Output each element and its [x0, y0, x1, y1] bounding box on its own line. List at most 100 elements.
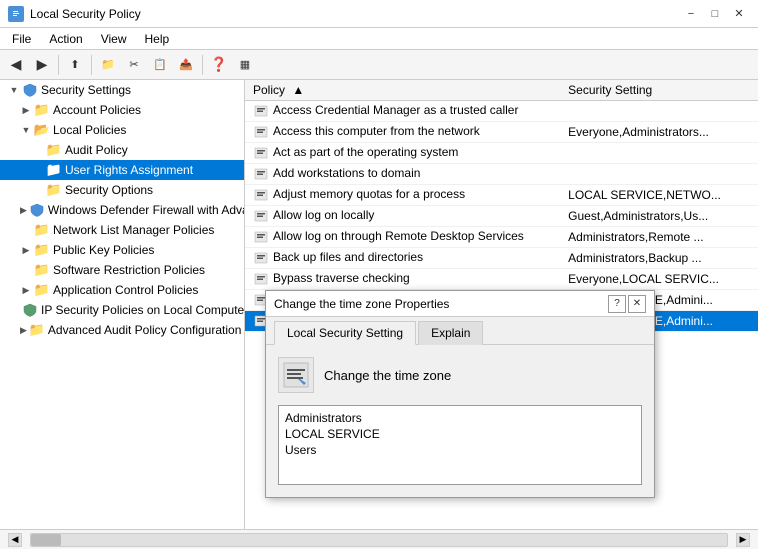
folder-open-button[interactable]: 📁 [96, 53, 120, 77]
folder-icon-advanced: 📁 [29, 322, 45, 338]
tree-item-security-settings[interactable]: ▼ Security Settings [0, 80, 244, 100]
folder-icon: 📁 [34, 102, 50, 118]
table-row[interactable]: Access this computer from the networkEve… [245, 122, 758, 143]
status-bar-scroll: ◀ ▶ [8, 533, 750, 547]
policy-row-icon [253, 187, 269, 203]
tree-item-windows-defender[interactable]: ▶ Windows Defender Firewall with Adva [0, 200, 244, 220]
tab-local-security[interactable]: Local Security Setting [274, 321, 416, 345]
policy-setting: Everyone,Administrators... [560, 122, 758, 143]
policy-setting: Administrators,Backup ... [560, 248, 758, 269]
tree-label-software-restriction: Software Restriction Policies [53, 263, 205, 277]
tree-item-account-policies[interactable]: ▶ 📁 Account Policies [0, 100, 244, 120]
table-row[interactable]: Adjust memory quotas for a process LOCAL … [245, 185, 758, 206]
folder-icon-appctrl: 📁 [34, 282, 50, 298]
tree-label-public-key: Public Key Policies [53, 243, 154, 257]
table-row[interactable]: Back up files and directories Administrat… [245, 248, 758, 269]
back-button[interactable]: ◀ [4, 53, 28, 77]
table-row[interactable]: Allow log on locally Guest,Administrators… [245, 206, 758, 227]
tree-label-windows-defender: Windows Defender Firewall with Adva [48, 203, 244, 217]
expand-app-control[interactable]: ▶ [20, 284, 32, 296]
tree-label-app-control: Application Control Policies [53, 283, 198, 297]
cut-button[interactable]: ✂ [122, 53, 146, 77]
tree-item-user-rights[interactable]: 📁 User Rights Assignment [0, 160, 244, 180]
tree-item-ip-security[interactable]: IP Security Policies on Local Compute [0, 300, 244, 320]
folder-open-icon: 📂 [34, 122, 50, 138]
dialog-list-item-local-service[interactable]: LOCAL SERVICE [283, 426, 637, 442]
table-row[interactable]: Bypass traverse checkingEveryone,LOCAL S… [245, 269, 758, 290]
col-security-setting[interactable]: Security Setting [560, 80, 758, 101]
paste-button[interactable]: 📤 [174, 53, 198, 77]
col-policy[interactable]: Policy ▲ [245, 80, 560, 101]
folder-icon-softrestr: 📁 [34, 262, 50, 278]
scrollbar-thumb[interactable] [31, 534, 61, 546]
dialog-policy-title: Change the time zone [324, 368, 451, 383]
scroll-left-button[interactable]: ◀ [8, 533, 22, 547]
policy-row-icon [253, 250, 269, 266]
maximize-button[interactable]: □ [704, 4, 726, 24]
expand-public-key[interactable]: ▶ [20, 244, 32, 256]
copy-button[interactable]: 📋 [148, 53, 172, 77]
policy-name: Access Credential Manager as a trusted c… [273, 103, 518, 117]
policy-row-icon [253, 124, 269, 140]
shield-icon-defender [29, 202, 45, 218]
forward-button[interactable]: ▶ [30, 53, 54, 77]
horizontal-scrollbar[interactable] [30, 533, 728, 547]
table-row[interactable]: Act as part of the operating system [245, 143, 758, 164]
policy-name: Adjust memory quotas for a process [273, 187, 465, 201]
policy-setting [560, 143, 758, 164]
menu-file[interactable]: File [4, 30, 39, 48]
tree-item-app-control[interactable]: ▶ 📁 Application Control Policies [0, 280, 244, 300]
policy-row-icon [253, 229, 269, 245]
expand-advanced-audit[interactable]: ▶ [20, 324, 27, 336]
menu-action[interactable]: Action [41, 30, 90, 48]
dialog-change-timezone[interactable]: Change the time zone Properties ? ✕ Loca… [265, 290, 655, 498]
tree-item-public-key[interactable]: ▶ 📁 Public Key Policies [0, 240, 244, 260]
main-container: ▼ Security Settings ▶ 📁 Account Policies… [0, 80, 758, 529]
view-button[interactable]: ▦ [233, 53, 257, 77]
shield-icon [22, 82, 38, 98]
minimize-button[interactable]: − [680, 4, 702, 24]
dialog-list-item-users[interactable]: Users [283, 442, 637, 458]
toolbar-separator-3 [202, 55, 203, 75]
tree-item-local-policies[interactable]: ▼ 📂 Local Policies [0, 120, 244, 140]
table-row[interactable]: Access Credential Manager as a trusted c… [245, 101, 758, 122]
table-row[interactable]: Add workstations to domain [245, 164, 758, 185]
policy-name: Allow log on locally [273, 208, 374, 222]
policy-setting: LOCAL SERVICE,NETWO... [560, 185, 758, 206]
help-button[interactable]: ❓ [207, 53, 231, 77]
dialog-close-button[interactable]: ✕ [628, 295, 646, 313]
close-button[interactable]: ✕ [728, 4, 750, 24]
tree-item-security-options[interactable]: 📁 Security Options [0, 180, 244, 200]
tree-item-software-restriction[interactable]: 📁 Software Restriction Policies [0, 260, 244, 280]
tree-pane: ▼ Security Settings ▶ 📁 Account Policies… [0, 80, 245, 529]
app-icon [8, 6, 24, 22]
dialog-help-button[interactable]: ? [608, 295, 626, 313]
up-button[interactable]: ⬆ [63, 53, 87, 77]
policy-name: Act as part of the operating system [273, 145, 458, 159]
tree-label-user-rights: User Rights Assignment [65, 163, 193, 177]
folder-icon-audit: 📁 [46, 142, 62, 158]
policy-name: Back up files and directories [273, 250, 423, 264]
folder-icon-user-rights: 📁 [46, 162, 62, 178]
expand-windows-defender[interactable]: ▶ [20, 204, 27, 216]
policy-name: Add workstations to domain [273, 166, 420, 180]
expand-security-settings[interactable]: ▼ [8, 84, 20, 96]
dialog-list-item-admins[interactable]: Administrators [283, 410, 637, 426]
policy-setting: Guest,Administrators,Us... [560, 206, 758, 227]
tree-label-ip-security: IP Security Policies on Local Compute [41, 303, 244, 317]
menu-help[interactable]: Help [137, 30, 178, 48]
folder-icon-network: 📁 [34, 222, 50, 238]
table-row[interactable]: Allow log on through Remote Desktop Serv… [245, 227, 758, 248]
dialog-list-box[interactable]: Administrators LOCAL SERVICE Users [278, 405, 642, 485]
scroll-right-button[interactable]: ▶ [736, 533, 750, 547]
expand-account-policies[interactable]: ▶ [20, 104, 32, 116]
menu-view[interactable]: View [93, 30, 135, 48]
tree-item-audit-policy[interactable]: 📁 Audit Policy [0, 140, 244, 160]
policy-row-icon [253, 271, 269, 287]
tree-item-advanced-audit[interactable]: ▶ 📁 Advanced Audit Policy Configuration [0, 320, 244, 340]
shield-icon-ip [22, 302, 38, 318]
tree-label-audit-policy: Audit Policy [65, 143, 128, 157]
tab-explain[interactable]: Explain [418, 321, 483, 345]
expand-local-policies[interactable]: ▼ [20, 124, 32, 136]
tree-item-network-list[interactable]: 📁 Network List Manager Policies [0, 220, 244, 240]
